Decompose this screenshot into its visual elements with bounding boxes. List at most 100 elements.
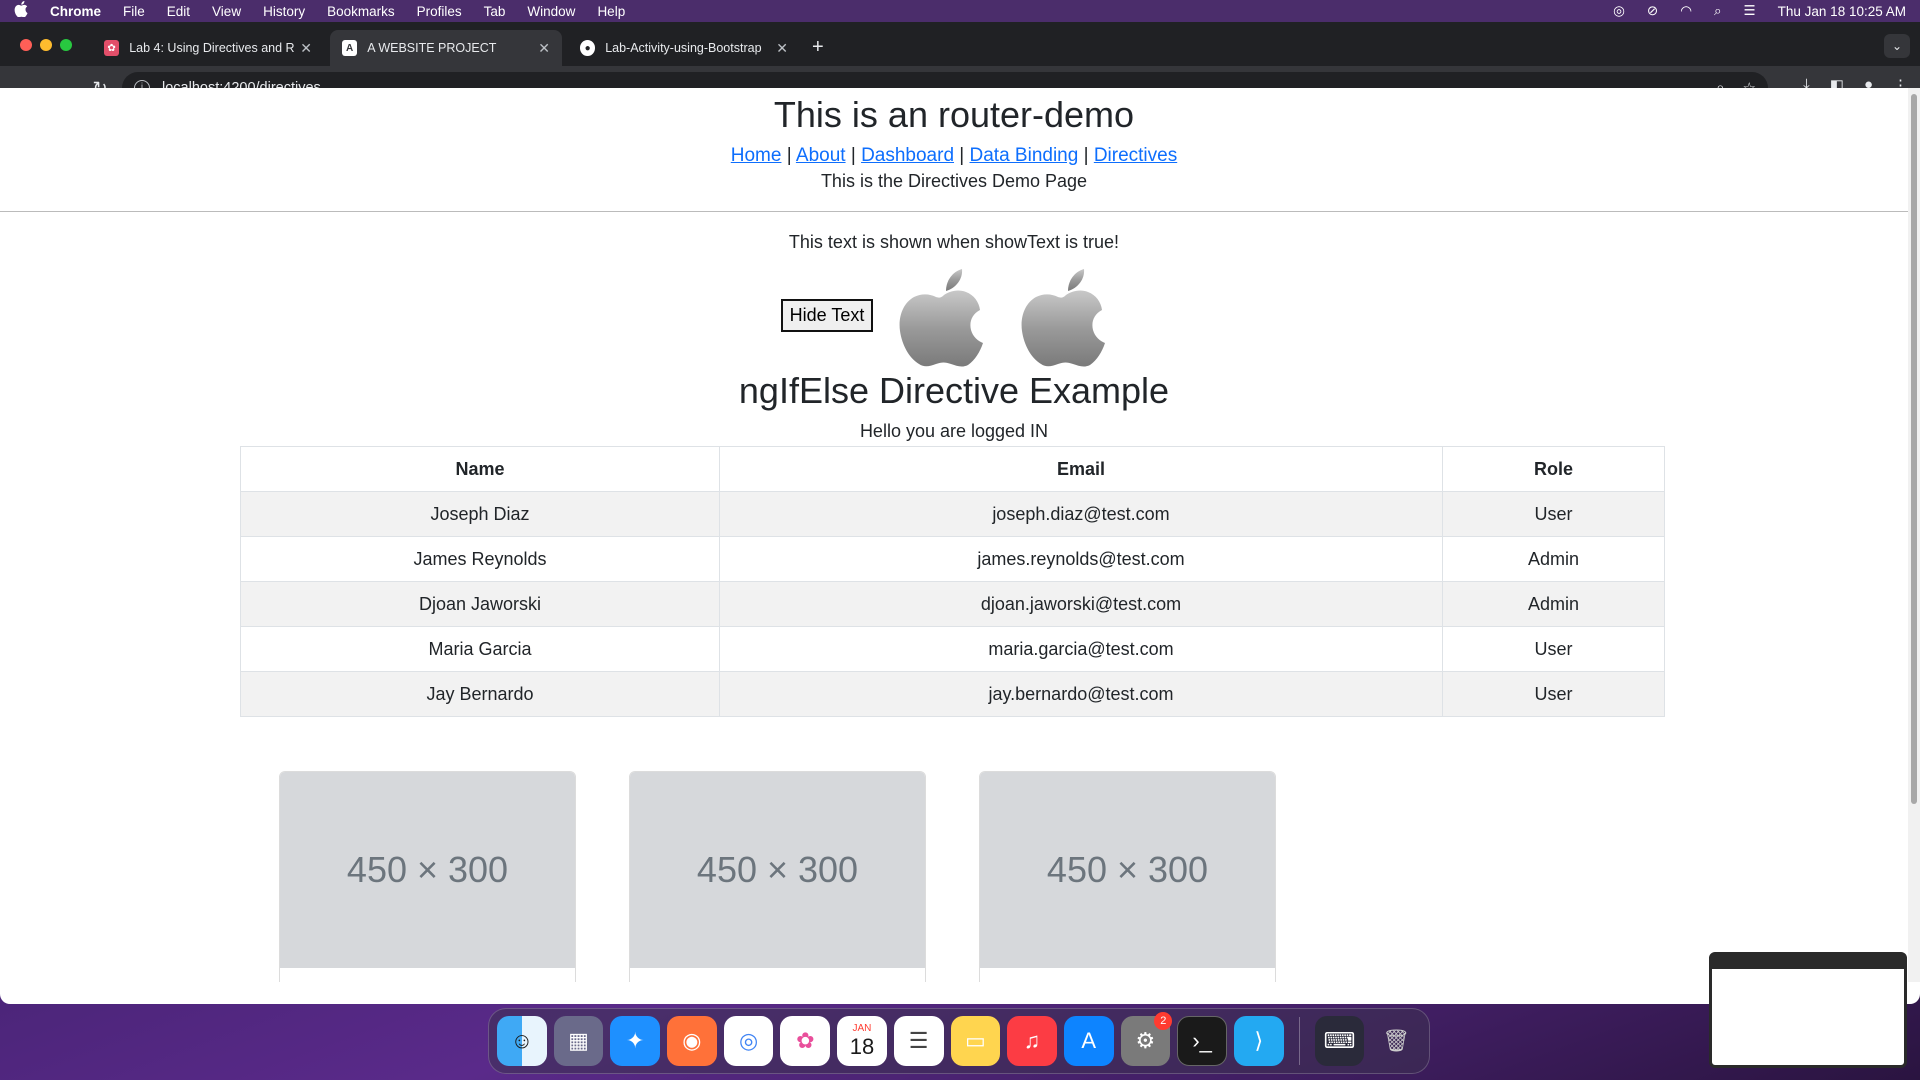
cell-role: User [1442,671,1665,717]
tab-strip: ✿ Lab 4: Using Directives and R ✕ A A WE… [0,22,1920,66]
apple-menu-icon[interactable] [14,1,30,21]
launchpad-icon[interactable]: ▦ [553,1016,604,1066]
button-row: Hide Text [0,263,1908,367]
page-content: This is an router-demo Home | About | Da… [0,88,1908,982]
card: 450 × 300 [629,771,926,982]
close-tab-icon[interactable]: ✕ [538,40,550,57]
nav-separator: | [959,145,965,166]
ngifelse-heading: ngIfElse Directive Example [738,370,1170,411]
tab-website-project[interactable]: A A WEBSITE PROJECT ✕ [330,30,562,66]
colorful-icon: ✿ [104,40,120,56]
creative-cloud-icon[interactable]: ◎ [1613,3,1625,19]
spotlight-search-icon[interactable]: ⌕ [1714,3,1722,19]
menu-tab[interactable]: Tab [484,4,506,19]
card: 450 × 300 [279,771,576,982]
card-body [630,968,925,982]
chrome-icon[interactable]: ◎ [723,1016,774,1066]
finder-icon[interactable]: ☺ [497,1016,547,1066]
table-row: Maria Garcia maria.garcia@test.com User [240,626,1665,672]
screenshot-thumbnail[interactable] [1709,952,1907,1068]
menu-edit[interactable]: Edit [167,4,190,19]
apple-logo-image [899,269,984,367]
tab-title: Lab 4: Using Directives and R [129,41,295,55]
logged-in-message: Hello you are logged IN [859,421,1049,441]
music-icon[interactable]: ♫ [1007,1016,1057,1066]
menu-help[interactable]: Help [597,4,625,19]
terminal-icon[interactable]: ›_ [1177,1016,1227,1066]
menu-window[interactable]: Window [527,4,575,19]
cell-name: Djoan Jaworski [240,581,720,627]
table-row: Jay Bernardo jay.bernardo@test.com User [240,671,1665,717]
nav-link-directives[interactable]: Directives [1094,145,1177,166]
close-window-button[interactable] [20,39,32,51]
users-table: Name Email Role Joseph Diaz joseph.diaz@… [240,446,1665,717]
new-tab-icon[interactable]: + [812,36,824,59]
menu-app-name[interactable]: Chrome [50,4,101,19]
menu-bookmarks[interactable]: Bookmarks [327,4,395,19]
tab-lab4[interactable]: ✿ Lab 4: Using Directives and R ✕ [92,30,324,66]
cell-email: joseph.diaz@test.com [719,491,1443,537]
mute-icon[interactable]: ⊘ [1647,3,1658,19]
card-body [980,968,1275,982]
hide-text-button[interactable]: Hide Text [780,298,874,332]
nav-link-dashboard[interactable]: Dashboard [861,145,954,166]
safari-icon[interactable]: ✦ [610,1016,661,1066]
dock-divider [1298,1017,1300,1065]
thumbnail-toolbar [1712,955,1904,969]
cell-email: jay.bernardo@test.com [719,671,1443,717]
nav-link-home[interactable]: Home [731,145,782,166]
screenshot-app-icon[interactable]: ⌨ [1314,1016,1365,1066]
column-header-name: Name [240,446,720,492]
reminders-icon[interactable]: ☰ [893,1016,944,1066]
cell-name: Maria Garcia [240,626,720,672]
card: 450 × 300 [979,771,1276,982]
notes-icon[interactable]: ▭ [950,1016,1001,1066]
firefox-icon[interactable]: ◉ [667,1016,717,1066]
tab-title: Lab-Activity-using-Bootstrap [605,41,762,55]
cell-role: User [1442,626,1665,672]
control-center-icon[interactable]: ☰ [1744,3,1756,19]
card-grid: 450 × 300 450 × 300 450 × 300 [0,771,1908,982]
column-header-role: Role [1442,446,1665,492]
close-tab-icon[interactable]: ✕ [776,40,788,57]
apple-logo-image [1021,269,1106,367]
trash-icon[interactable]: 🗑 [1371,1016,1421,1066]
tab-title: A WEBSITE PROJECT [367,41,497,55]
menu-view[interactable]: View [212,4,241,19]
angular-icon: A [342,40,358,56]
tab-github[interactable]: ● Lab-Activity-using-Bootstrap ✕ [568,30,800,66]
nav-link-data-binding[interactable]: Data Binding [970,145,1079,166]
cell-role: User [1442,491,1665,537]
page-scrollbar[interactable] [1908,88,1920,982]
nav-link-about[interactable]: About [796,145,846,166]
table-header-row: Name Email Role [240,446,1665,492]
scrollbar-thumb[interactable] [1911,94,1917,804]
zoom-window-button[interactable] [60,39,72,51]
photos-icon[interactable]: ✿ [780,1016,831,1066]
table-row: Joseph Diaz joseph.diaz@test.com User [240,491,1665,537]
menu-file[interactable]: File [123,4,145,19]
tab-search-icon[interactable]: ⌄ [1884,34,1910,58]
calendar-icon[interactable]: JAN 18 [837,1016,887,1066]
cell-role: Admin [1442,581,1665,627]
cell-email: maria.garcia@test.com [719,626,1443,672]
menu-history[interactable]: History [263,4,305,19]
app-store-icon[interactable]: A [1063,1016,1114,1066]
table-row: James Reynolds james.reynolds@test.com A… [240,536,1665,582]
page-nav: Home | About | Dashboard | Data Binding … [0,145,1908,167]
menu-bar: Chrome File Edit View History Bookmarks … [0,0,1920,22]
show-text-message: This text is shown when showText is true… [788,232,1120,252]
page-subtitle: This is the Directives Demo Page [820,171,1088,191]
menu-profiles[interactable]: Profiles [417,4,462,19]
minimize-window-button[interactable] [40,39,52,51]
clock[interactable]: Thu Jan 18 10:25 AM [1778,4,1906,19]
nav-separator: | [1083,145,1089,166]
close-tab-icon[interactable]: ✕ [300,40,312,57]
system-settings-icon[interactable]: ⚙ 2 [1120,1012,1173,1066]
cell-email: djoan.jaworski@test.com [719,581,1443,627]
wifi-icon[interactable]: ◠ [1680,3,1692,19]
placeholder-image: 450 × 300 [630,772,925,968]
cell-role: Admin [1442,536,1665,582]
placeholder-image: 450 × 300 [280,772,575,968]
vscode-icon[interactable]: ⟩ [1233,1016,1284,1066]
